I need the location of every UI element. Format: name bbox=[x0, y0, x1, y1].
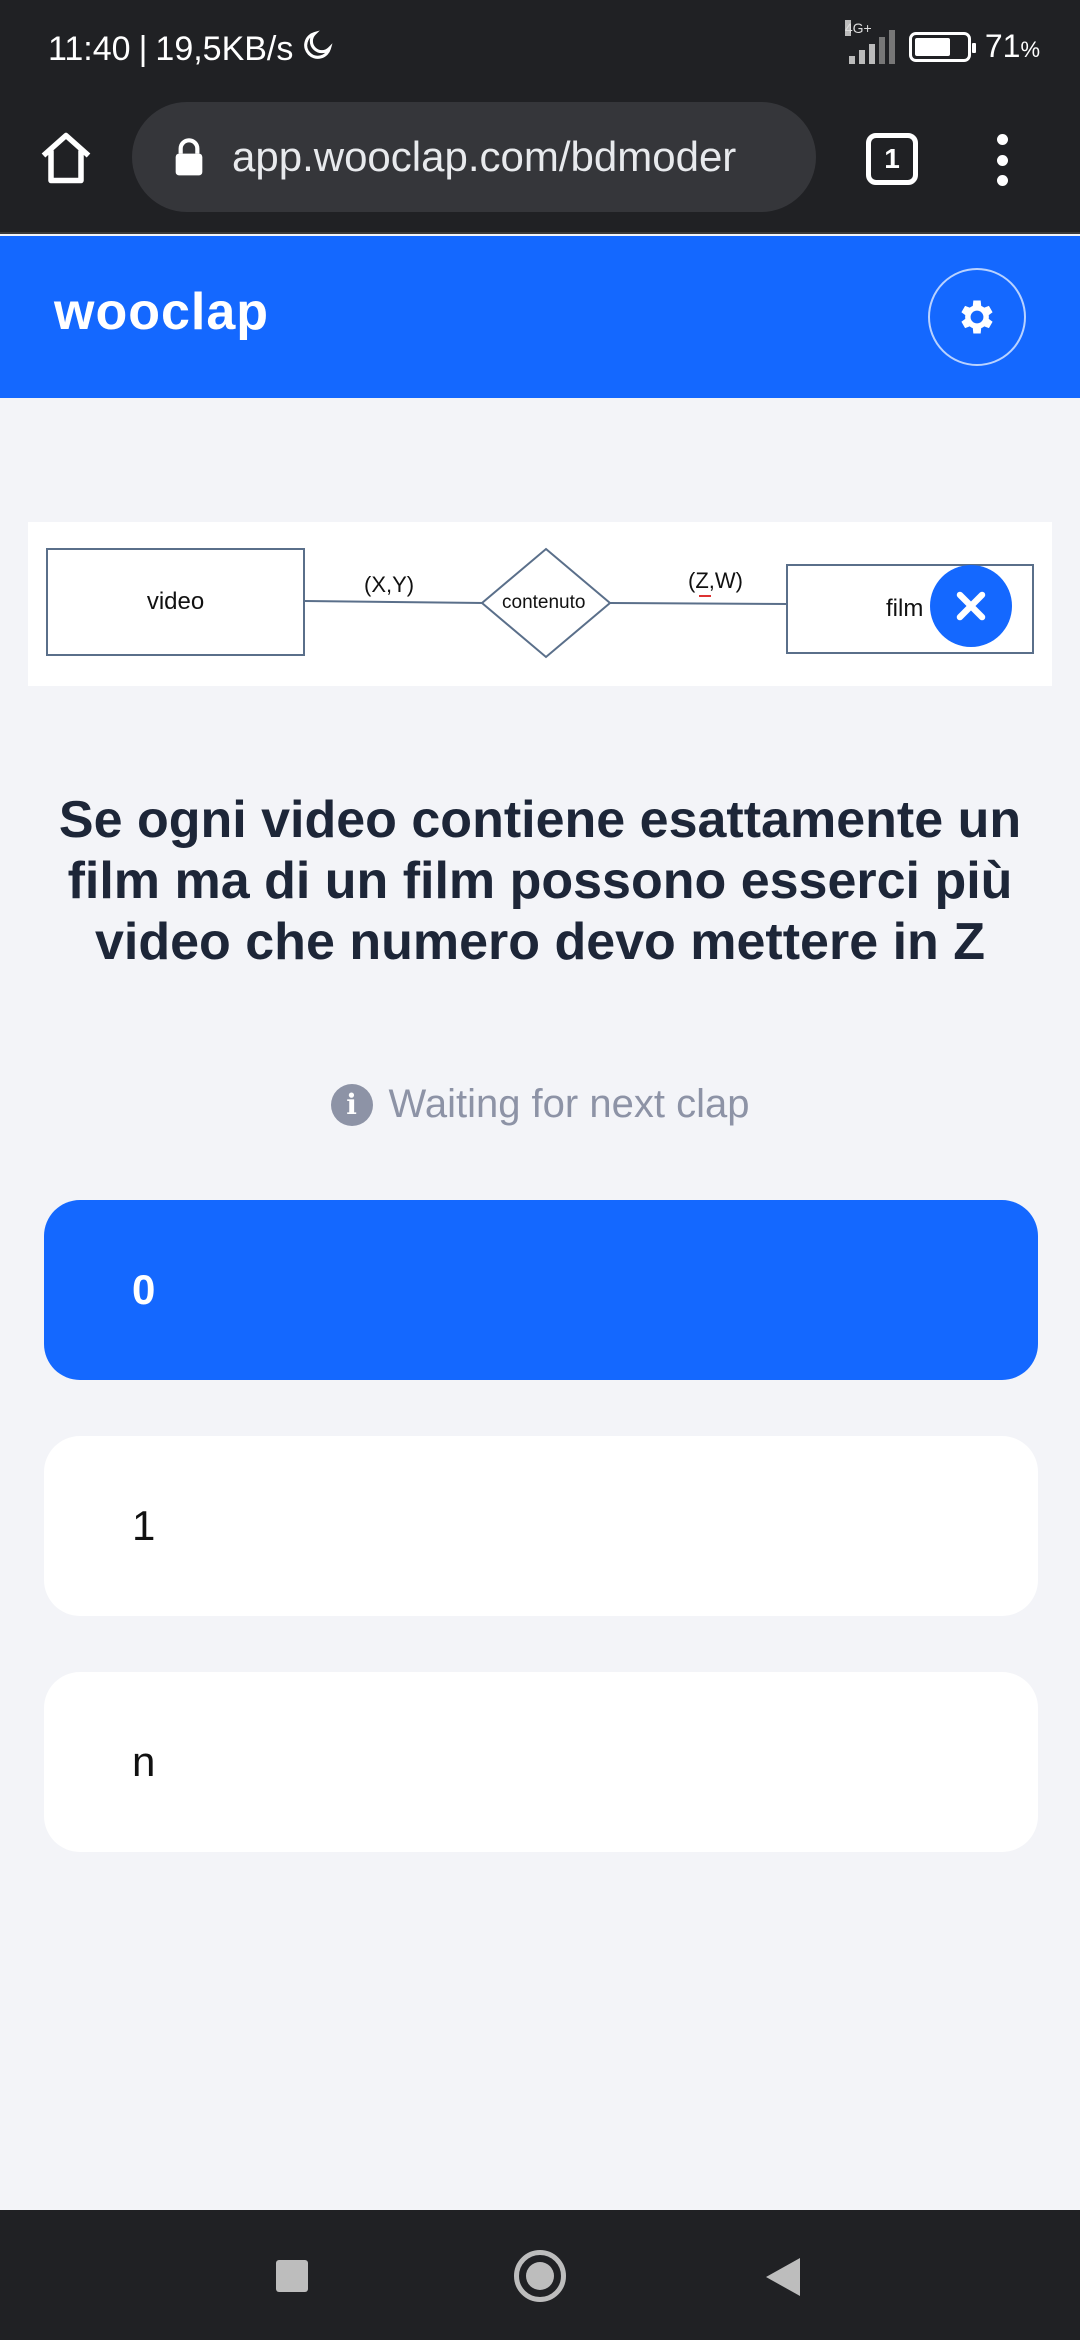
option-label: n bbox=[132, 1738, 156, 1785]
close-icon bbox=[956, 591, 986, 621]
option-label: 1 bbox=[132, 1502, 156, 1549]
status-time: 11:40 bbox=[48, 30, 131, 68]
question-text: Se ogni video contiene esattamente un fi… bbox=[30, 790, 1050, 973]
status-separator: | bbox=[138, 30, 148, 68]
moon-icon bbox=[301, 28, 335, 71]
status-net-speed: 19,5KB/s bbox=[155, 30, 294, 68]
status-right: 4G+ 71% bbox=[844, 19, 1040, 65]
tab-count: 1 bbox=[884, 143, 900, 174]
status-left: 11:40 | 19,5KB/s bbox=[48, 28, 335, 71]
waiting-text: Waiting for next clap bbox=[388, 1082, 750, 1126]
close-image-button[interactable] bbox=[930, 565, 1012, 647]
relationship-label: contenuto bbox=[502, 592, 586, 613]
signal-icon: 4G+ bbox=[844, 19, 895, 64]
answer-option-n[interactable]: n bbox=[44, 1672, 1038, 1852]
question-line-2: film ma di un film possono esserci più bbox=[67, 852, 1013, 910]
cardinality-left: (X,Y) bbox=[364, 572, 415, 597]
info-icon: i bbox=[330, 1083, 373, 1126]
battery-percent: 71% bbox=[984, 28, 1040, 64]
waiting-message: i Waiting for next clap bbox=[0, 1082, 1080, 1127]
network-type: 4G+ bbox=[844, 19, 872, 36]
battery-icon bbox=[908, 31, 976, 62]
wooclap-logo: wooclap bbox=[54, 283, 270, 341]
back-icon[interactable] bbox=[766, 2258, 800, 2296]
tabs-button[interactable]: 1 bbox=[866, 133, 918, 185]
home-circle-icon[interactable] bbox=[514, 2250, 566, 2302]
answer-option-0[interactable]: 0 bbox=[44, 1200, 1038, 1380]
cardinality-right: (Z,W) bbox=[688, 568, 743, 593]
option-label: 0 bbox=[132, 1266, 156, 1313]
browser-toolbar: app.wooclap.com/bdmoder 1 bbox=[0, 100, 1080, 234]
gear-icon bbox=[961, 300, 993, 334]
entity-video: video bbox=[46, 548, 305, 656]
home-icon bbox=[41, 132, 91, 184]
app-header: wooclap bbox=[0, 236, 1080, 398]
home-button[interactable] bbox=[32, 124, 100, 192]
battery-fill bbox=[914, 37, 951, 56]
address-bar[interactable]: app.wooclap.com/bdmoder bbox=[132, 102, 816, 212]
question-line-3: video che numero devo mettere in Z bbox=[95, 913, 985, 971]
question-line-1: Se ogni video contiene esattamente un bbox=[58, 791, 1022, 849]
url-text: app.wooclap.com/bdmoder bbox=[232, 133, 737, 180]
status-bar: 11:40 | 19,5KB/s 4G+ 71% bbox=[0, 0, 1080, 100]
recents-icon[interactable] bbox=[276, 2260, 308, 2292]
answer-option-1[interactable]: 1 bbox=[44, 1436, 1038, 1616]
settings-button[interactable] bbox=[928, 268, 1026, 366]
er-diagram: video film (X,Y) (Z,W) contenuto bbox=[28, 522, 1052, 686]
more-vert-icon[interactable] bbox=[980, 128, 1024, 192]
system-nav-bar bbox=[0, 2210, 1080, 2340]
lock-icon bbox=[175, 138, 203, 176]
